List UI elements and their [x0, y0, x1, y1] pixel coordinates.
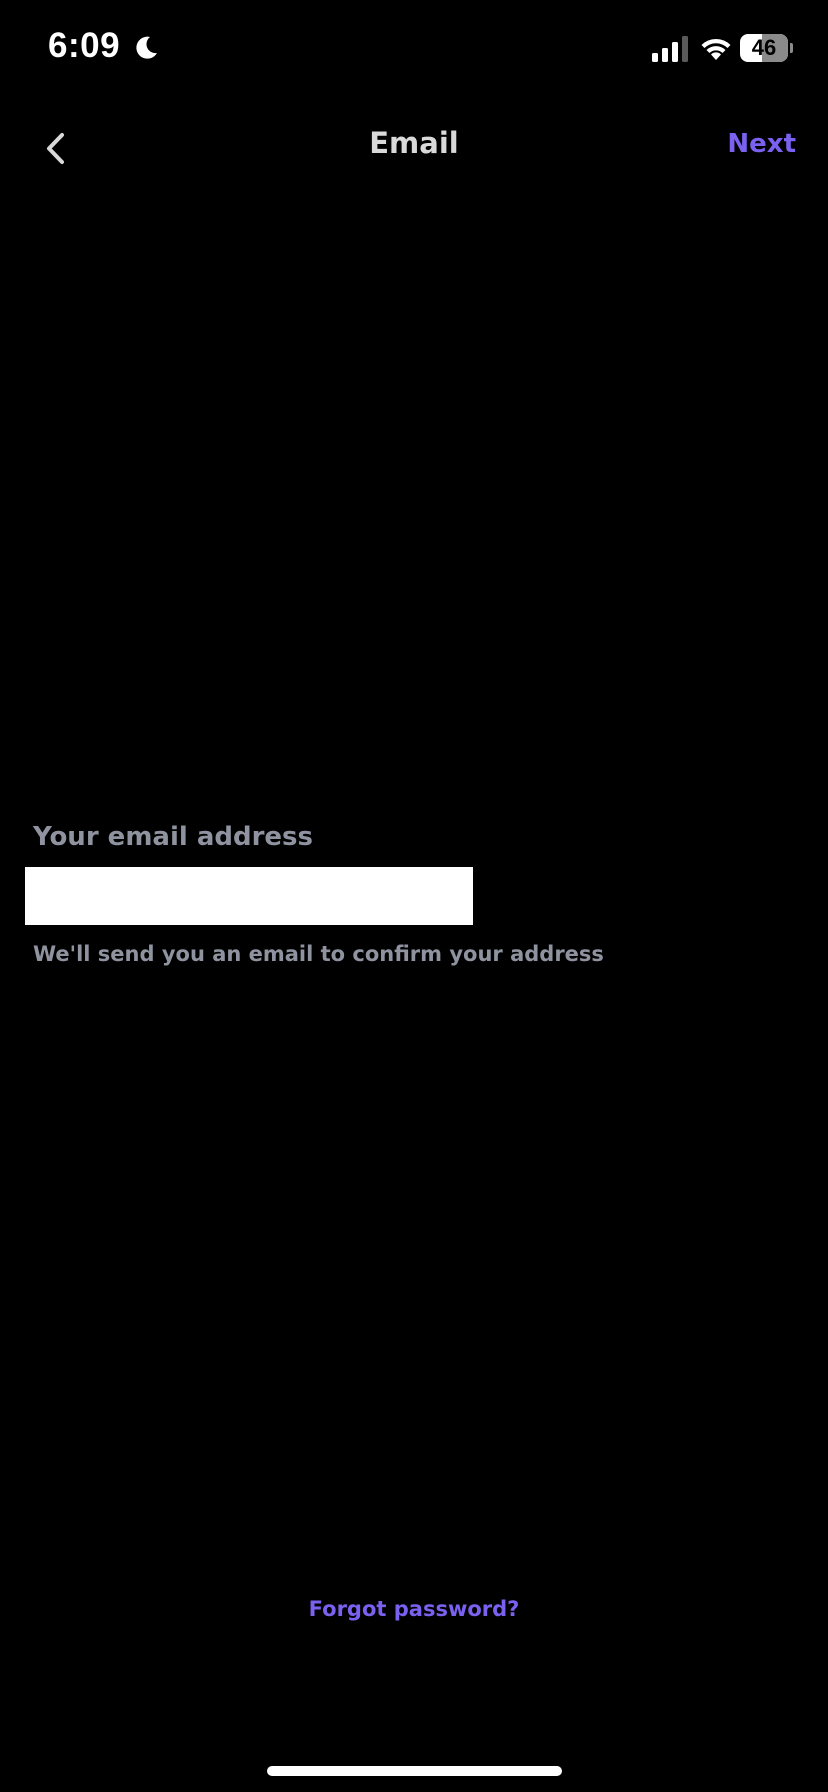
home-indicator	[267, 1766, 562, 1776]
page-title: Email	[369, 126, 459, 160]
battery-tip	[790, 43, 793, 53]
battery-body: 46	[740, 34, 788, 62]
wifi-icon	[701, 38, 731, 60]
email-field[interactable]	[25, 867, 473, 925]
signal-icon	[652, 36, 688, 62]
next-button[interactable]: Next	[727, 129, 796, 159]
status-bar: 6:09 46	[0, 0, 828, 100]
forgot-password-link[interactable]: Forgot password?	[0, 1597, 828, 1621]
email-field-label: Your email address	[33, 822, 314, 852]
battery-percent: 46	[751, 35, 777, 60]
moon-icon	[136, 36, 157, 59]
email-helper-text: We'll send you an email to confirm your …	[33, 942, 604, 966]
status-time: 6:09	[48, 26, 121, 65]
battery-icon: 46	[740, 34, 793, 62]
